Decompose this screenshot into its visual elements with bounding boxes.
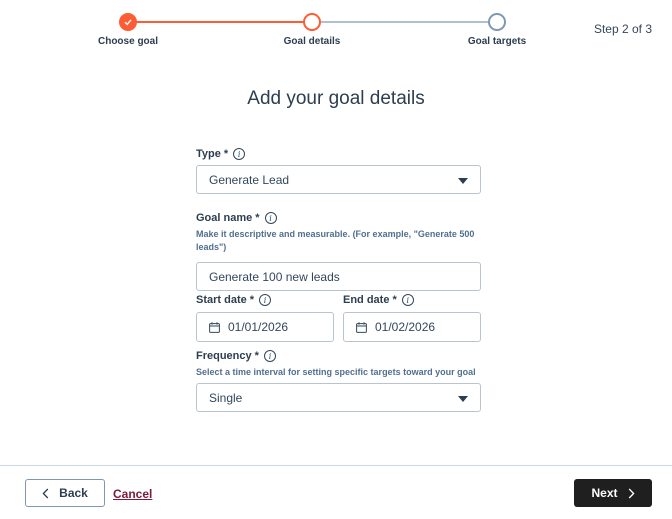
- chevron-left-icon: [42, 488, 49, 498]
- step-2-label: Goal details: [283, 36, 341, 47]
- frequency-field-group: Frequency * i Select a time interval for…: [196, 348, 481, 412]
- next-button-label: Next: [591, 486, 618, 500]
- progress-stepper: Choose goal Goal details Goal targets St…: [0, 0, 672, 60]
- back-button[interactable]: Back: [25, 479, 105, 507]
- next-button[interactable]: Next: [574, 479, 652, 507]
- info-icon[interactable]: i: [259, 294, 272, 306]
- back-button-label: Back: [59, 486, 88, 500]
- info-icon[interactable]: i: [263, 350, 276, 362]
- date-fields-row: Start date * i 01/01/2026 End date * i 0…: [196, 292, 481, 342]
- end-date-label-row: End date * i: [343, 292, 481, 308]
- frequency-select[interactable]: Single: [196, 383, 481, 412]
- chevron-right-icon: [628, 488, 635, 498]
- frequency-select-value: Single: [209, 390, 243, 405]
- frequency-label: Frequency *: [196, 350, 259, 362]
- type-select[interactable]: Generate Lead: [196, 165, 481, 194]
- start-date-field-group: Start date * i 01/01/2026: [196, 292, 334, 342]
- info-icon[interactable]: i: [233, 148, 246, 160]
- step-1-check-icon: [119, 13, 137, 31]
- step-3-circle: [488, 13, 506, 31]
- goal-name-label: Goal name *: [196, 212, 260, 224]
- step-3-label: Goal targets: [467, 36, 527, 47]
- end-date-label: End date *: [343, 294, 397, 306]
- calendar-icon: [209, 321, 220, 333]
- stepper-line-completed: [136, 21, 304, 23]
- type-field-group: Type * i Generate Lead: [196, 146, 481, 194]
- wizard-footer: Back Cancel Next: [0, 465, 672, 519]
- frequency-label-row: Frequency * i: [196, 348, 481, 364]
- caret-down-icon: [458, 396, 468, 402]
- goal-name-field-group: Goal name * i Make it descriptive and me…: [196, 210, 481, 291]
- start-date-input[interactable]: 01/01/2026: [196, 312, 334, 342]
- step-count: Step 2 of 3: [593, 22, 652, 36]
- type-select-value: Generate Lead: [209, 172, 290, 187]
- start-date-label-row: Start date * i: [196, 292, 334, 308]
- calendar-icon: [356, 321, 367, 333]
- cancel-link[interactable]: Cancel: [113, 487, 152, 501]
- caret-down-icon: [458, 178, 468, 184]
- goal-name-label-row: Goal name * i: [196, 210, 481, 226]
- info-icon[interactable]: i: [401, 294, 414, 306]
- stepper-line-pending: [321, 21, 489, 23]
- goal-name-input-value: Generate 100 new leads: [209, 269, 340, 284]
- goal-name-help-text: Make it descriptive and measurable. (For…: [196, 229, 475, 252]
- frequency-help-text: Select a time interval for setting speci…: [196, 367, 476, 377]
- step-1-label: Choose goal: [97, 36, 159, 47]
- info-icon[interactable]: i: [264, 212, 277, 224]
- goal-name-input[interactable]: Generate 100 new leads: [196, 262, 481, 291]
- end-date-field-group: End date * i 01/02/2026: [343, 292, 481, 342]
- end-date-input[interactable]: 01/02/2026: [343, 312, 481, 342]
- step-2-circle: [303, 13, 321, 31]
- end-date-value: 01/02/2026: [375, 320, 436, 334]
- type-label-row: Type * i: [196, 146, 481, 162]
- type-label: Type *: [196, 148, 229, 160]
- start-date-value: 01/01/2026: [228, 320, 289, 334]
- start-date-label: Start date *: [196, 294, 255, 306]
- page-title: Add your goal details: [247, 88, 425, 109]
